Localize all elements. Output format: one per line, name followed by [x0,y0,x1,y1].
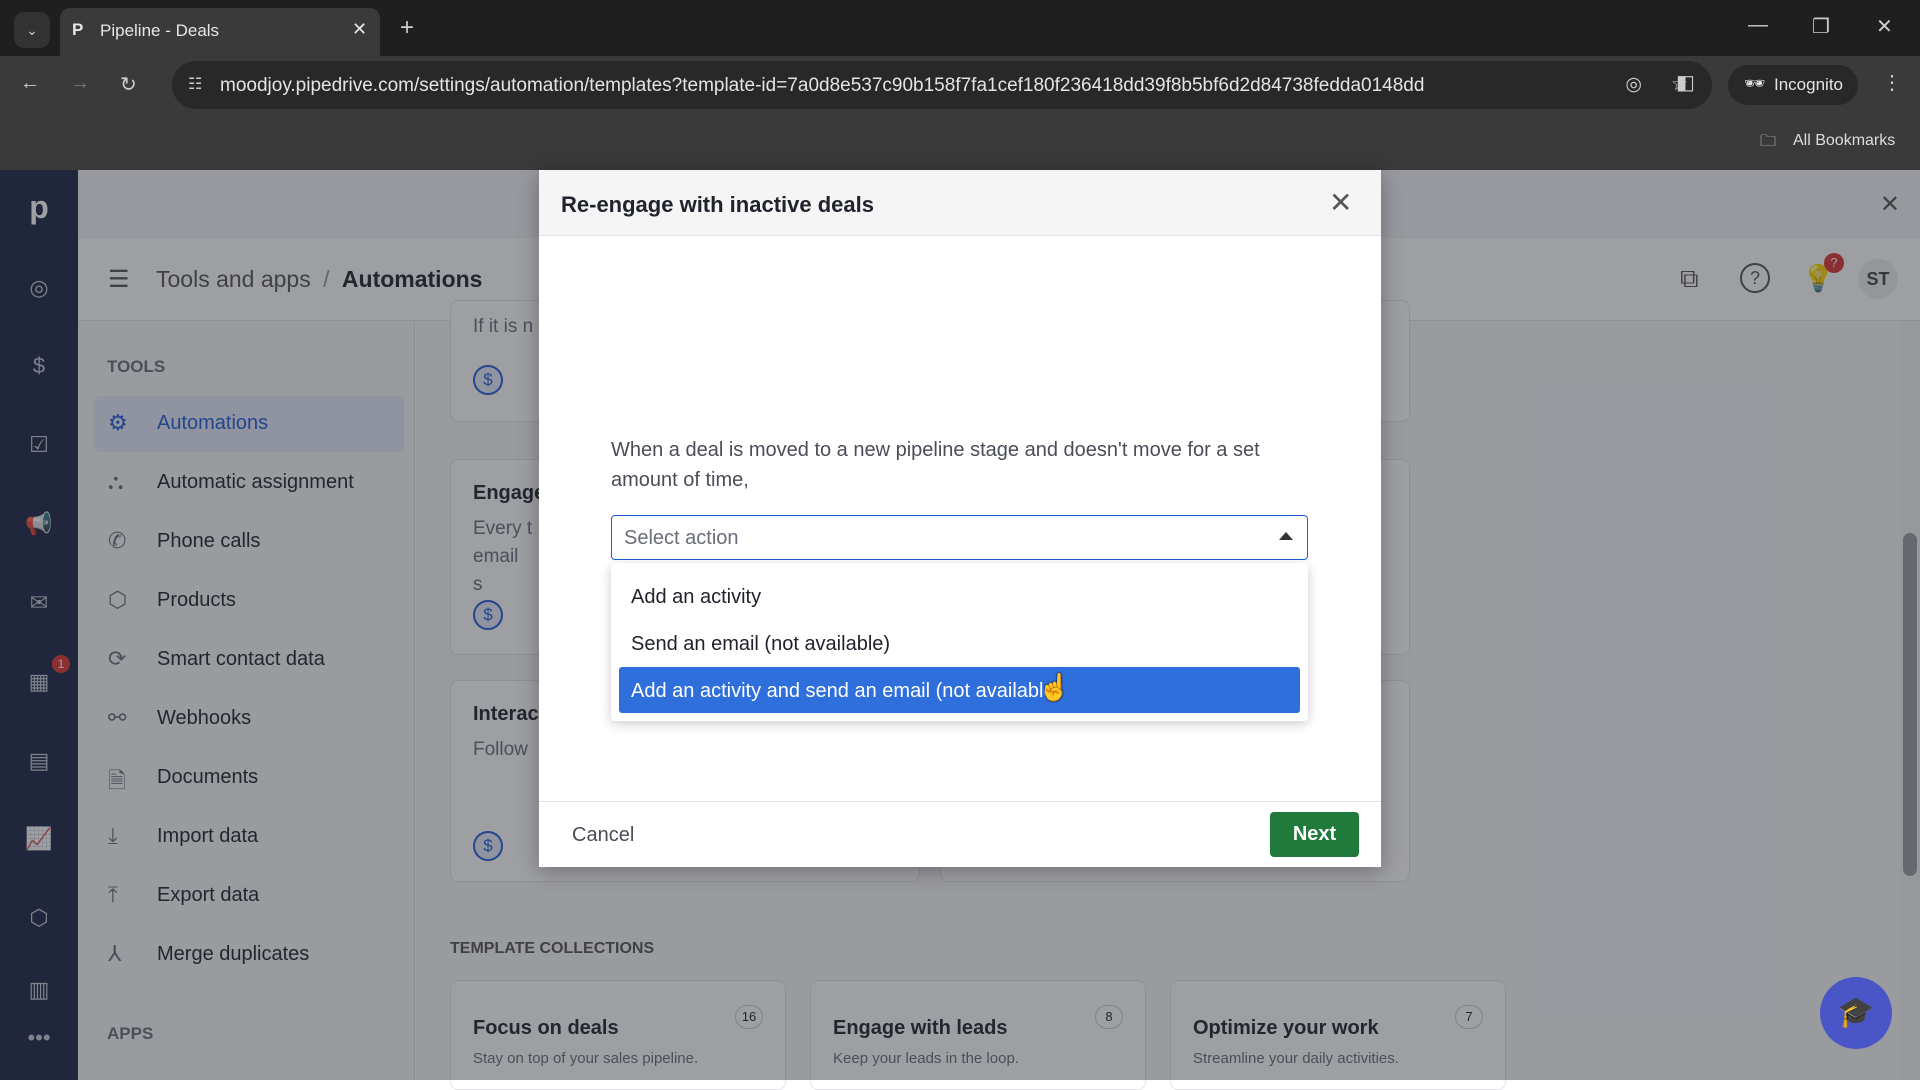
incognito-icon: 🕶 [1744,74,1766,93]
next-button[interactable]: Next [1270,812,1359,857]
site-settings-icon[interactable]: ☷ [188,74,202,94]
incognito-label: Incognito [1774,75,1843,94]
browser-tab[interactable]: P Pipeline - Deals ✕ [60,8,380,56]
modal-footer: Cancel Next [539,801,1381,867]
folder-icon: 🗀 [1760,133,1777,150]
academy-help-button[interactable]: 🎓 [1820,977,1892,1049]
window-close-button[interactable]: ✕ [1876,14,1893,39]
modal-header: Re-engage with inactive deals ✕ [539,170,1381,236]
trigger-description: When a deal is moved to a new pipeline s… [611,439,1260,491]
action-select[interactable]: Select action [611,515,1308,560]
address-bar[interactable]: ☷ moodjoy.pipedrive.com/settings/automat… [172,61,1712,109]
eye-off-icon[interactable]: ◎ [1625,73,1642,96]
minimize-button[interactable]: — [1748,14,1768,37]
side-panel-icon[interactable]: ◧ [1676,70,1695,95]
action-dropdown: Add an activity Send an email (not avail… [611,563,1308,721]
back-button[interactable]: ← [20,72,40,95]
incognito-indicator[interactable]: 🕶 Incognito [1728,65,1858,105]
restore-button[interactable]: ❐ [1812,14,1830,39]
pipedrive-favicon-icon: P [72,20,84,39]
tab-title: Pipeline - Deals [100,21,220,40]
cancel-button[interactable]: Cancel [572,824,634,847]
url-text: moodjoy.pipedrive.com/settings/automatio… [220,75,1425,96]
tab-list-button[interactable]: ⌄ [14,12,50,48]
caret-up-icon [1279,532,1293,540]
option-add-activity[interactable]: Add an activity [619,573,1300,619]
browser-menu-icon[interactable]: ⋮ [1882,70,1902,95]
graduation-cap-icon: 🎓 [1837,996,1875,1029]
forward-button[interactable]: → [70,72,90,95]
automation-template-modal: Re-engage with inactive deals ✕ When a d… [539,170,1381,867]
all-bookmarks-link[interactable]: All Bookmarks [1793,132,1895,150]
mouse-cursor-hand-icon: ☝ [1038,672,1071,702]
tab-close-icon[interactable]: ✕ [352,19,367,40]
browser-tab-bar: ⌄ P Pipeline - Deals ✕ + — ❐ ✕ [0,0,1920,56]
option-add-activity-and-send-email[interactable]: Add an activity and send an email (not a… [619,667,1300,713]
bookmarks-bar: 🗀 All Bookmarks [0,114,1920,170]
reload-button[interactable]: ↻ [120,72,137,97]
modal-title: Re-engage with inactive deals [561,192,874,217]
option-send-email[interactable]: Send an email (not available) [619,620,1300,666]
address-row: ← → ↻ ☷ moodjoy.pipedrive.com/settings/a… [0,56,1920,114]
modal-close-icon[interactable]: ✕ [1329,186,1352,219]
new-tab-button[interactable]: + [400,14,414,42]
select-placeholder: Select action [624,527,739,549]
